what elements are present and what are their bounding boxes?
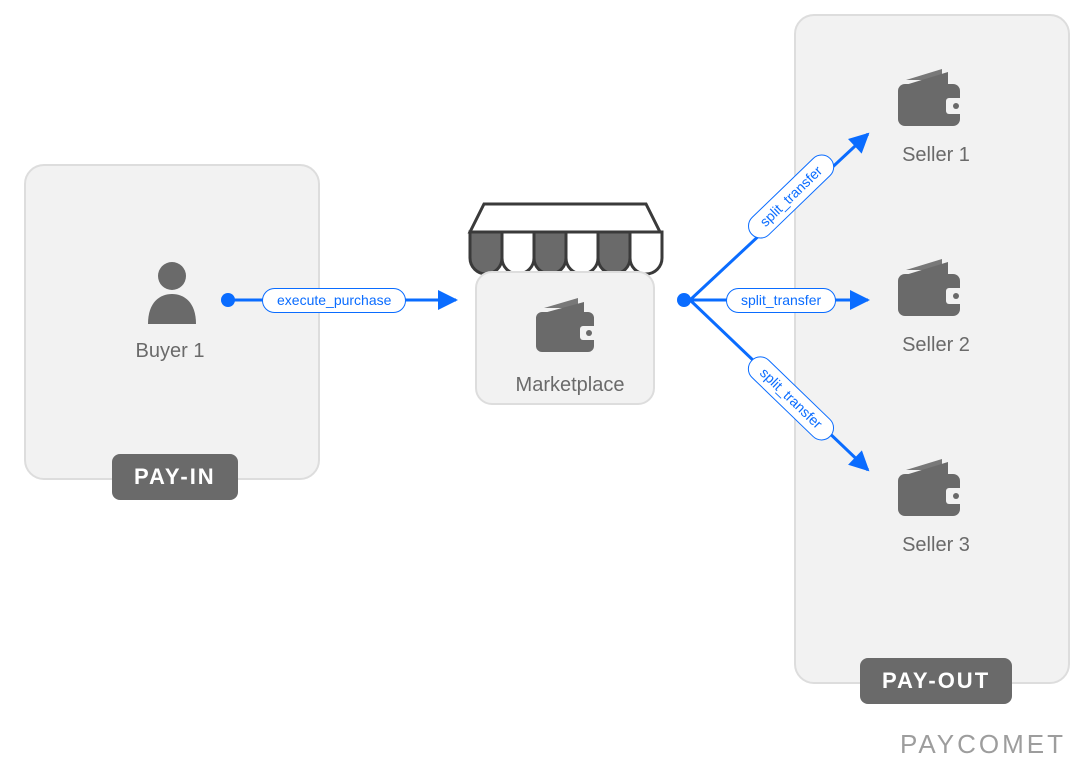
brand-watermark: PAYCOMET <box>900 729 1066 760</box>
edge-split-transfer-2: split_transfer <box>726 288 836 313</box>
edge-execute-purchase: execute_purchase <box>262 288 406 313</box>
flow-arrows <box>0 0 1086 772</box>
